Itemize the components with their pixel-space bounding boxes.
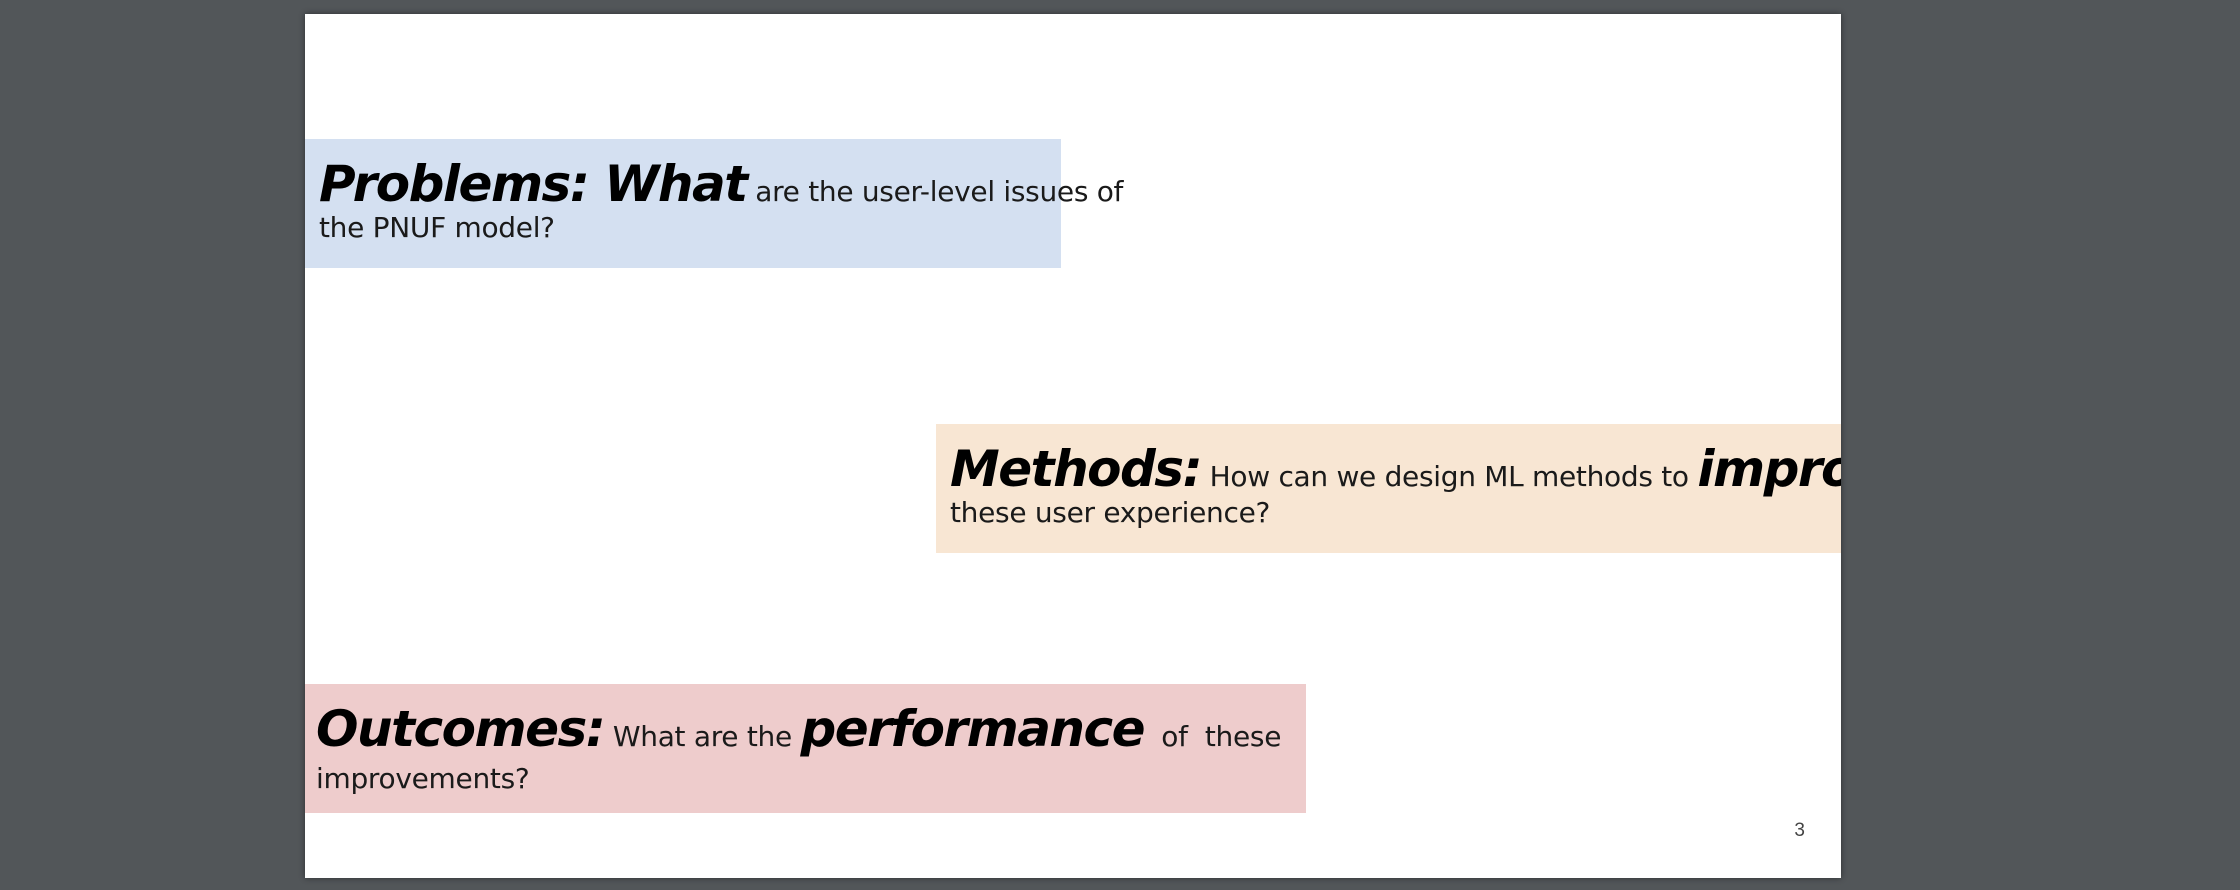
outcomes-text: What are the [604, 720, 801, 753]
methods-box: Methods: How can we design ML methods to… [936, 424, 1841, 553]
outcomes-keyword-performance: performance [800, 700, 1145, 758]
problems-text: are the user-level issues of [746, 175, 1124, 208]
outcomes-text-2: of these [1144, 720, 1282, 753]
methods-text: How can we design ML methods to [1201, 460, 1698, 493]
slide-page: Problems: What are the user-level issues… [305, 14, 1841, 878]
problems-keyword: Problems: What [319, 155, 748, 213]
pdf-viewer: Problems: What are the user-level issues… [0, 0, 2240, 890]
methods-keyword: Methods: [950, 440, 1203, 498]
outcomes-box: Outcomes: What are the performance of th… [305, 684, 1306, 813]
problems-box: Problems: What are the user-level issues… [305, 139, 1123, 268]
methods-keyword-improve: improve [1697, 440, 1841, 498]
page-number: 3 [1794, 820, 1805, 841]
outcomes-line-1: Outcomes: What are the performance of th… [316, 698, 1295, 768]
outcomes-keyword: Outcomes: [316, 700, 606, 758]
